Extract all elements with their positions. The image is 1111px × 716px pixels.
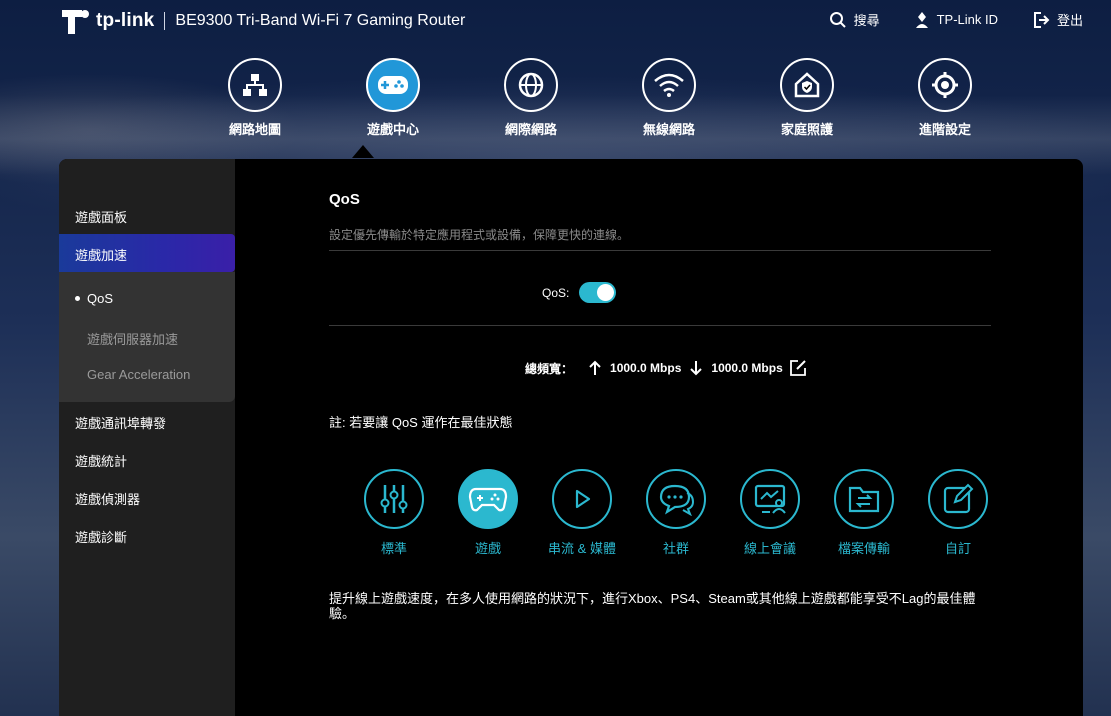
mode-gaming[interactable]: 遊戲: [441, 469, 535, 557]
sidebar-item-game-stats[interactable]: 遊戲統計: [75, 451, 127, 470]
sidebar-subitem-gear-acceleration[interactable]: Gear Acceleration: [87, 367, 190, 382]
tplink-id-label: TP-Link ID: [936, 12, 998, 27]
main-panel: 遊戲面板 遊戲加速 QoS 遊戲伺服器加速 Gear Acceleration …: [59, 159, 1083, 716]
bandwidth-row: 總頻寬： 1000.0 Mbps 1000.0 Mbps: [525, 359, 807, 377]
mode-social[interactable]: 社群: [629, 469, 723, 557]
search-link-label: 搜尋: [853, 13, 880, 28]
nav-homecare[interactable]: 家庭照護: [738, 58, 876, 138]
mode-label: 遊戲: [474, 541, 501, 556]
sidebar-item-game-diagnostics[interactable]: 遊戲診斷: [75, 527, 127, 546]
nav-advanced[interactable]: 進階設定: [876, 58, 1014, 138]
sidebar-item-game-dashboard[interactable]: 遊戲面板: [75, 207, 127, 226]
user-icon: [915, 11, 928, 28]
sidebar-item-game-acceleration[interactable]: 遊戲加速: [75, 245, 127, 264]
sidebar-subitem-game-server-acceleration[interactable]: 遊戲伺服器加速: [87, 329, 178, 348]
logo[interactable]: tp-link BE9300 Tri-Band Wi-Fi 7 Gaming R…: [58, 6, 465, 36]
nav-label: 遊戲中心: [366, 122, 419, 137]
wifi-icon: [642, 58, 696, 112]
logo-divider: [164, 12, 166, 30]
divider: [329, 325, 991, 326]
download-arrow-icon: [690, 361, 703, 376]
qos-toggle[interactable]: [579, 282, 617, 303]
nav-label: 網路地圖: [228, 122, 281, 137]
current-item-dot: [75, 296, 80, 301]
chat-icon: [646, 469, 706, 529]
nav-network-map[interactable]: 網路地圖: [186, 58, 324, 138]
globe-icon: [504, 58, 558, 112]
mode-custom[interactable]: 自訂: [911, 469, 1005, 557]
content-area: QoS 設定優先傳輸於特定應用程式或設備，保障更快的連線。 QoS: 總頻寬： …: [329, 159, 991, 716]
sidebar: 遊戲面板 遊戲加速 QoS 遊戲伺服器加速 Gear Acceleration …: [59, 159, 235, 716]
qos-toggle-row: QoS:: [542, 282, 617, 303]
meeting-icon: [740, 469, 800, 529]
top-bar: tp-link BE9300 Tri-Band Wi-Fi 7 Gaming R…: [0, 0, 1111, 44]
main-nav: 網路地圖 遊戲中心 網際網路 無線網路 家庭照護 進階設定: [186, 58, 1014, 138]
top-links: 搜尋 TP-Link ID 登出: [829, 10, 1083, 29]
mode-file-transfer[interactable]: 檔案傳輸: [817, 469, 911, 557]
edit-icon[interactable]: [789, 359, 807, 377]
gear-icon: [918, 58, 972, 112]
nav-internet[interactable]: 網際網路: [462, 58, 600, 138]
nav-wireless[interactable]: 無線網路: [600, 58, 738, 138]
nav-label: 進階設定: [918, 122, 971, 137]
play-icon: [552, 469, 612, 529]
download-bandwidth: 1000.0 Mbps: [711, 361, 783, 375]
file-transfer-icon: [834, 469, 894, 529]
nav-game-center[interactable]: 遊戲中心: [324, 58, 462, 138]
sidebar-item-port-forwarding[interactable]: 遊戲通訊埠轉發: [75, 413, 166, 432]
qos-toggle-label: QoS:: [542, 285, 570, 300]
search-link[interactable]: 搜尋: [829, 10, 880, 29]
sidebar-item-game-detector[interactable]: 遊戲偵測器: [75, 489, 140, 508]
mode-label: 串流 & 媒體: [548, 541, 616, 556]
mode-label: 檔案傳輸: [837, 541, 890, 556]
nav-label: 網際網路: [504, 122, 557, 137]
tplink-id-link[interactable]: TP-Link ID: [914, 10, 998, 29]
active-nav-indicator: [352, 145, 374, 158]
mode-standard[interactable]: 標準: [347, 469, 441, 557]
logout-label: 登出: [1056, 13, 1083, 28]
mode-label: 社群: [662, 541, 689, 556]
bandwidth-label: 總頻寬：: [525, 361, 574, 376]
search-icon: [829, 11, 846, 28]
mode-description: 提升線上遊戲速度，在多人使用網路的狀況下，進行Xbox、PS4、Steam或其他…: [329, 591, 976, 621]
network-map-icon: [228, 58, 282, 112]
mode-label: 標準: [380, 541, 407, 556]
edit-icon: [928, 469, 988, 529]
home-shield-icon: [780, 58, 834, 112]
mode-online-meeting[interactable]: 線上會議: [723, 469, 817, 557]
gamepad-icon: [366, 58, 420, 112]
sidebar-subitem-qos[interactable]: QoS: [87, 291, 113, 306]
brand-name: tp-link: [96, 10, 155, 31]
tp-link-logo-icon: [58, 6, 92, 36]
upload-bandwidth: 1000.0 Mbps: [610, 361, 682, 375]
upload-arrow-icon: [589, 360, 601, 375]
qos-mode-selector: 標準 遊戲 串流 & 媒體 社群 線上會議 檔案傳輸 自訂: [347, 469, 1005, 557]
divider: [329, 250, 991, 251]
qos-note: 註: 若要讓 QoS 運作在最佳狀態: [329, 415, 513, 430]
product-name: BE9300 Tri-Band Wi-Fi 7 Gaming Router: [175, 12, 466, 29]
logout-icon: [1033, 11, 1050, 28]
mode-streaming[interactable]: 串流 & 媒體: [535, 469, 629, 557]
nav-label: 家庭照護: [780, 122, 833, 137]
mode-label: 線上會議: [743, 541, 796, 556]
page-description: 設定優先傳輸於特定應用程式或設備，保障更快的連線。: [329, 228, 630, 242]
gamepad-icon: [458, 469, 518, 529]
page-title: QoS: [329, 191, 360, 208]
logout-link[interactable]: 登出: [1032, 10, 1083, 29]
toggle-knob: [597, 284, 615, 301]
nav-label: 無線網路: [642, 122, 695, 137]
mode-label: 自訂: [944, 541, 971, 556]
sliders-icon: [364, 469, 424, 529]
